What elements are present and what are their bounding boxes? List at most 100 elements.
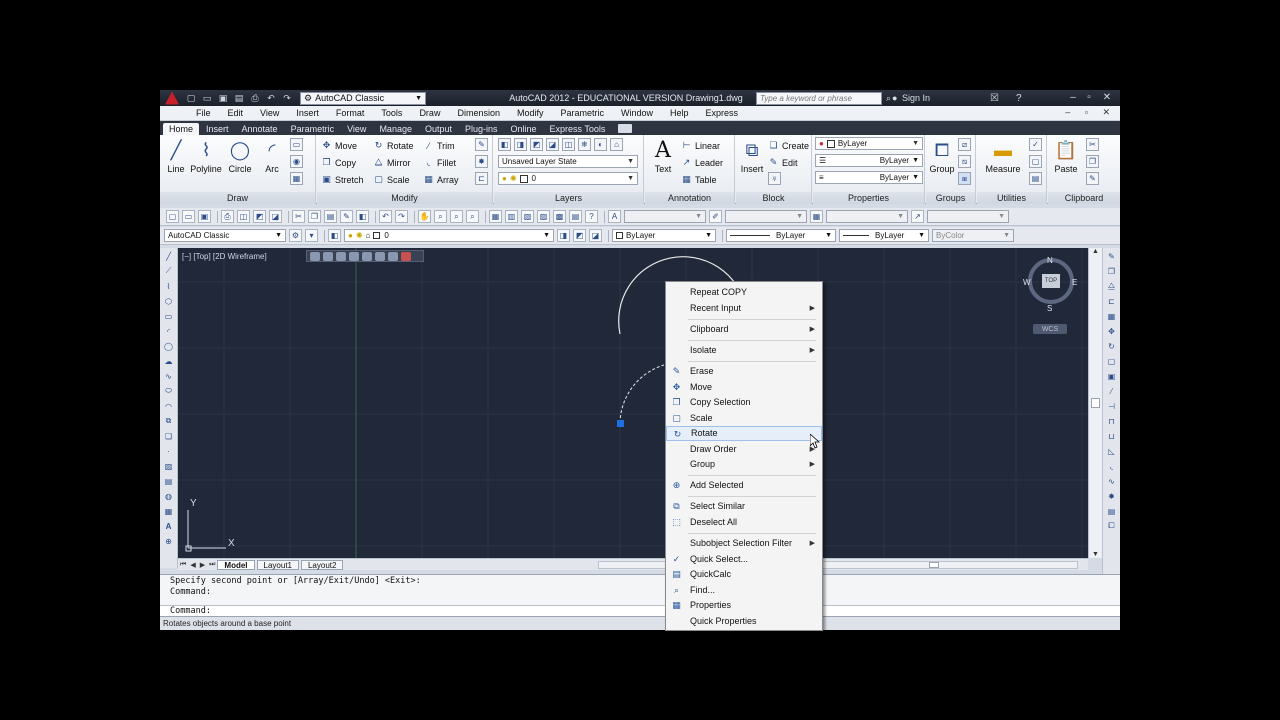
nav-icon[interactable] [323, 251, 333, 261]
insert-block-icon[interactable]: ⧉ [163, 415, 175, 427]
layer-manager-icon[interactable]: ◧ [328, 229, 341, 242]
draw-order-icon[interactable]: ▤ [1106, 505, 1118, 517]
zoom-window-icon[interactable]: ⌕ [450, 210, 463, 223]
help-icon[interactable]: ? [1016, 93, 1022, 104]
nav-icon[interactable] [310, 251, 320, 261]
menu-item-recent-input[interactable]: Recent Input ▶ [666, 301, 822, 316]
rectangle-icon[interactable]: ▭ [290, 138, 303, 151]
layer-states-icon[interactable]: ◪ [589, 229, 602, 242]
scale-button[interactable]: ▢ Scale [373, 172, 409, 187]
quick-select-icon[interactable]: ✓ [1029, 138, 1042, 151]
menu-edit[interactable]: Edit [228, 108, 244, 118]
menu-format[interactable]: Format [336, 108, 365, 118]
tab-express-tools[interactable]: Express Tools [544, 123, 612, 135]
polyline-icon[interactable]: ⌇ [163, 280, 175, 292]
menu-item-scale[interactable]: ▢ Scale [666, 411, 822, 426]
sheet-set-icon[interactable]: ▨ [537, 210, 550, 223]
groups-panel-title[interactable]: Groups [926, 192, 975, 204]
polygon-icon[interactable]: ⬡ [163, 295, 175, 307]
extend-icon[interactable]: ⊣ [1106, 400, 1118, 412]
table-icon[interactable]: ▦ [163, 505, 175, 517]
arc-button[interactable]: ◜ Arc [256, 138, 288, 175]
maximize-button[interactable]: ▫ [1082, 91, 1096, 104]
make-current-icon[interactable]: ◨ [557, 229, 570, 242]
menu-item-move[interactable]: ✥ Move [666, 380, 822, 395]
compass-east[interactable]: E [1072, 278, 1077, 287]
tab-view[interactable]: View [341, 123, 372, 135]
measure-button[interactable]: ▬ Measure [983, 138, 1023, 175]
plot-icon[interactable]: ⎙ [221, 210, 234, 223]
ribbon-minimize-button[interactable] [618, 124, 633, 133]
rotate-button[interactable]: ↻ Rotate [373, 138, 414, 153]
leader-button[interactable]: ↗ Leader [681, 155, 723, 170]
viewcube-top-face[interactable]: TOP [1042, 274, 1060, 288]
dim-style-dropdown[interactable]: ▼ [725, 210, 807, 223]
lineweight-dropdown[interactable]: ≡ ByLayer ▼ [815, 171, 923, 184]
zoom-realtime-icon[interactable]: ⌕ [434, 210, 447, 223]
region-icon[interactable]: ▦ [290, 172, 303, 185]
nav-icon[interactable] [388, 251, 398, 261]
quickcalc-icon[interactable]: ▤ [569, 210, 582, 223]
match-properties-icon[interactable]: ✎ [340, 210, 353, 223]
attribute-icon[interactable]: ♅ [768, 172, 781, 185]
trim-icon[interactable]: ⁄ [1106, 385, 1118, 397]
tab-layout2[interactable]: Layout2 [300, 559, 344, 570]
first-layout-arrow[interactable]: ⏮ [180, 561, 186, 569]
construction-line-icon[interactable]: ⟋ [163, 265, 175, 277]
ellipse-icon[interactable]: ⬭ [163, 385, 175, 397]
zoom-previous-icon[interactable]: ⌕ [466, 210, 479, 223]
scroll-up-arrow[interactable]: ▲ [1089, 248, 1102, 255]
block-editor-icon[interactable]: ◧ [356, 210, 369, 223]
layer-isolate-icon[interactable]: ◪ [546, 138, 559, 151]
polyline-button[interactable]: ⌇ Polyline [188, 138, 224, 175]
copy-button[interactable]: ❐ Copy [321, 155, 356, 170]
menu-tools[interactable]: Tools [381, 108, 402, 118]
hatch-icon[interactable]: ◉ [290, 155, 303, 168]
menu-item-copy-selection[interactable]: ❐ Copy Selection [666, 395, 822, 410]
pan-icon[interactable]: ✋ [418, 210, 431, 223]
menu-window[interactable]: Window [621, 108, 653, 118]
menu-item-rotate[interactable]: ↻ Rotate [666, 426, 822, 441]
plot-icon[interactable]: ⎙ [248, 92, 262, 104]
hatch-icon[interactable]: ▨ [163, 460, 175, 472]
plot-preview-icon[interactable]: ◫ [237, 210, 250, 223]
erase-icon[interactable]: ✎ [1106, 250, 1118, 262]
compass-south[interactable]: S [1047, 304, 1052, 313]
region-icon[interactable]: ◍ [163, 490, 175, 502]
save-icon[interactable]: ▣ [198, 210, 211, 223]
menu-parametric[interactable]: Parametric [561, 108, 605, 118]
scroll-down-arrow[interactable]: ▼ [1089, 551, 1102, 558]
array-button[interactable]: ▦ Array [423, 172, 458, 187]
nav-icon[interactable] [349, 251, 359, 261]
tab-layout1[interactable]: Layout1 [256, 559, 299, 570]
text-button[interactable]: A Text [647, 138, 679, 175]
wcs-menu[interactable]: WCS [1033, 324, 1067, 334]
modify-panel-title[interactable]: Modify [317, 192, 492, 204]
edit-block-button[interactable]: ✎ Edit [768, 155, 798, 170]
viewport-controls-label[interactable]: [−] [Top] [2D Wireframe] [182, 252, 267, 261]
copy-clip-icon[interactable]: ❐ [1086, 155, 1099, 168]
undo-icon[interactable]: ↶ [379, 210, 392, 223]
menu-item-add-selected[interactable]: ⊕ Add Selected [666, 478, 822, 493]
point-icon[interactable]: · [163, 445, 175, 457]
layer-state-dropdown[interactable]: Unsaved Layer State ▼ [498, 155, 638, 168]
last-layout-arrow[interactable]: ⏭ [209, 561, 215, 569]
fillet-button[interactable]: ◟ Fillet [423, 155, 456, 170]
offset-icon[interactable]: ⊏ [1106, 295, 1118, 307]
table-style-icon[interactable]: ▦ [810, 210, 823, 223]
text-style-dropdown[interactable]: ▼ [624, 210, 706, 223]
workspace-toolbar-dropdown[interactable]: AutoCAD Classic ▼ [164, 229, 286, 242]
fillet-icon[interactable]: ◟ [1106, 460, 1118, 472]
open-icon[interactable]: ▭ [182, 210, 195, 223]
move-button[interactable]: ✥ Move [321, 138, 357, 153]
block-panel-title[interactable]: Block [736, 192, 811, 204]
ellipse-arc-icon[interactable]: ◠ [163, 400, 175, 412]
3d-print-icon[interactable]: ◪ [269, 210, 282, 223]
open-icon[interactable]: ▭ [200, 92, 214, 104]
help-icon[interactable]: ? [585, 210, 598, 223]
select-all-icon[interactable]: ▢ [1029, 155, 1042, 168]
explode-icon[interactable]: ✸ [475, 155, 488, 168]
tab-parametric[interactable]: Parametric [285, 123, 341, 135]
tab-annotate[interactable]: Annotate [236, 123, 284, 135]
customize-icon[interactable]: ▾ [305, 229, 318, 242]
